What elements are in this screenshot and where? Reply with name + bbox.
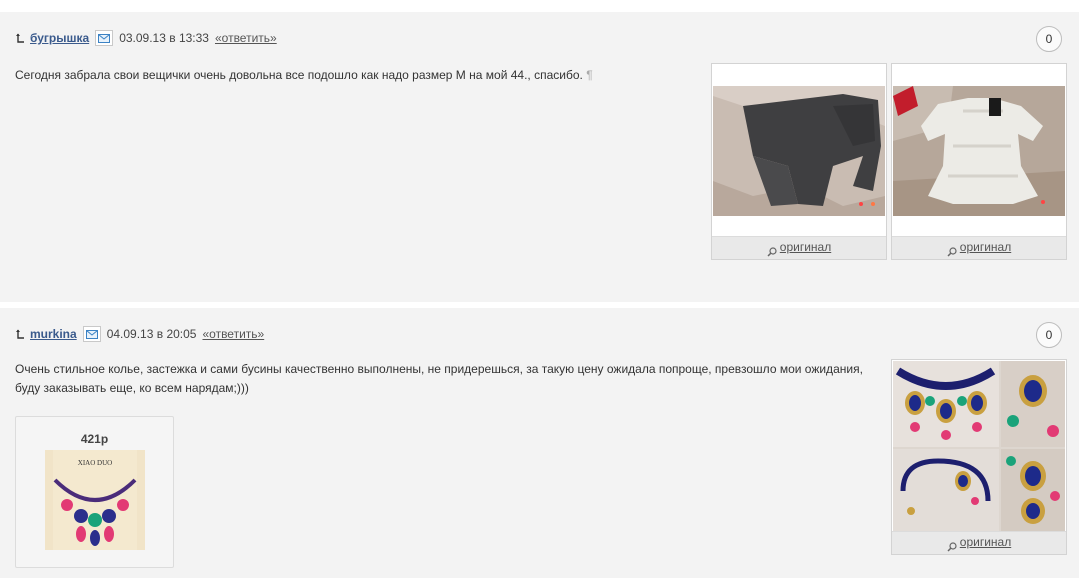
photo-thumbnail-3[interactable]: оригинал	[891, 359, 1067, 555]
reply-link[interactable]: «ответить»	[215, 31, 277, 45]
photo-footer: оригинал	[892, 236, 1066, 259]
zoom-icon	[947, 243, 957, 257]
rating-counter[interactable]: 0	[1036, 322, 1062, 348]
zoom-icon	[947, 538, 957, 552]
comment-2: murkina 04.09.13 в 20:05 «ответить» 0 Оч…	[0, 308, 1079, 578]
comment-text: Очень стильное колье, застежка и сами бу…	[15, 362, 863, 395]
photo-dress-image[interactable]	[713, 86, 885, 216]
original-link[interactable]: оригинал	[960, 535, 1011, 549]
photo-thumbnail-1[interactable]: оригинал	[711, 63, 887, 260]
comment-1: бугрышка 03.09.13 в 13:33 «ответить» 0 С…	[0, 12, 1079, 302]
original-link[interactable]: оригинал	[960, 240, 1011, 254]
product-price: 421р	[80, 432, 109, 446]
comment-header: бугрышка 03.09.13 в 13:33 «ответить»	[15, 29, 277, 47]
original-link[interactable]: оригинал	[780, 240, 831, 254]
comment-text: Сегодня забрала свои вещички очень довол…	[15, 66, 695, 85]
mail-icon[interactable]	[82, 326, 101, 342]
photo-footer: оригинал	[712, 236, 886, 259]
product-brand: XIAO DUO	[78, 459, 112, 467]
product-card[interactable]: 421р XIAO DUO	[15, 416, 174, 568]
comment-date: 03.09.13 в 13:33	[119, 31, 209, 45]
mail-icon[interactable]	[95, 30, 114, 46]
comment-header: murkina 04.09.13 в 20:05 «ответить»	[15, 325, 264, 343]
rating-counter[interactable]: 0	[1036, 26, 1062, 52]
photo-thumbnail-2[interactable]: оригинал	[891, 63, 1067, 260]
photo-lace-top-image[interactable]	[893, 86, 1065, 216]
comment-body: Сегодня забрала свои вещички очень довол…	[15, 68, 583, 82]
photo-necklace-collage[interactable]	[893, 361, 1065, 533]
photo-footer: оригинал	[892, 531, 1066, 554]
reply-arrow-icon	[15, 32, 25, 44]
author-link[interactable]: murkina	[30, 327, 77, 341]
zoom-icon	[767, 243, 777, 257]
author-link[interactable]: бугрышка	[30, 31, 89, 45]
reply-link[interactable]: «ответить»	[202, 327, 264, 341]
comment-date: 04.09.13 в 20:05	[106, 327, 197, 341]
pilcrow-mark: ¶	[586, 68, 593, 82]
product-image[interactable]: XIAO DUO	[45, 450, 145, 550]
reply-arrow-icon	[15, 328, 25, 340]
